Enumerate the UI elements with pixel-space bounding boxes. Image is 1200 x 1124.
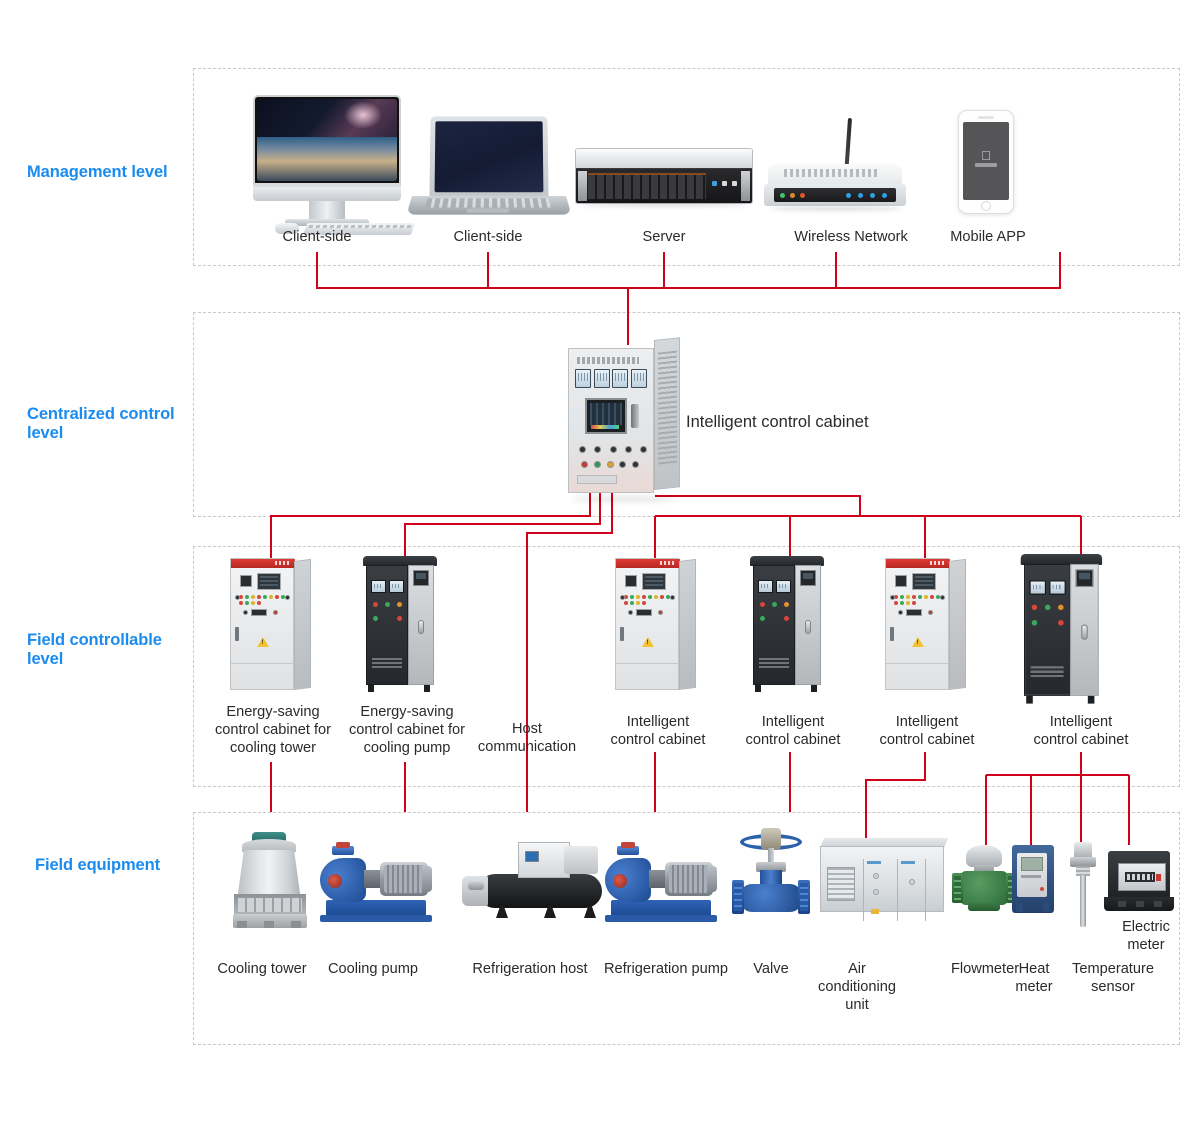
pump-icon	[605, 840, 721, 926]
dark-cabinet-icon	[363, 556, 438, 698]
dark-cabinet-icon	[750, 556, 825, 698]
caption-server: Server	[642, 229, 686, 245]
node-flowmeter[interactable]	[952, 845, 1018, 915]
node-client-laptop[interactable]	[406, 116, 572, 234]
electric-meter-icon	[1104, 845, 1176, 915]
node-central-control-cabinet[interactable]	[568, 337, 688, 505]
server-icon	[575, 128, 755, 218]
node-valve[interactable]	[728, 828, 814, 920]
caption-temperature-sensor: Temperature sensor	[1072, 961, 1154, 996]
caption-cabinet-cooling-tower: Energy-saving control cabinet for coolin…	[214, 704, 331, 757]
system-architecture-diagram: Management level Centralized control lev…	[0, 0, 1200, 1124]
heat-meter-icon	[1012, 845, 1056, 917]
caption-cabinet-intelligent-1: Intelligent control cabinet	[610, 714, 706, 749]
light-cabinet-icon	[230, 558, 315, 698]
caption-refrigeration-host: Refrigeration host	[472, 961, 588, 977]
node-cabinet-intelligent-3[interactable]	[885, 558, 970, 698]
caption-host-communication: Host communication	[477, 721, 577, 756]
caption-cabinet-intelligent-2: Intelligent control cabinet	[745, 714, 841, 749]
node-cabinet-cooling-pump[interactable]	[363, 556, 438, 698]
chiller-icon	[460, 840, 610, 924]
node-cooling-pump[interactable]	[320, 840, 436, 926]
node-client-desktop[interactable]	[245, 95, 416, 240]
node-mobile-app[interactable]: 	[958, 110, 1018, 218]
node-wireless-network[interactable]	[760, 117, 910, 218]
level-label-management: Management level	[27, 163, 168, 181]
level-label-field-controllable: Field controllable level	[27, 631, 162, 668]
light-cabinet-icon	[615, 558, 700, 698]
gate-valve-icon	[728, 828, 814, 920]
caption-cabinet-intelligent-3: Intelligent control cabinet	[879, 714, 975, 749]
light-cabinet-icon	[885, 558, 970, 698]
node-cabinet-cooling-tower[interactable]	[230, 558, 315, 698]
smartphone-icon: 	[958, 110, 1018, 218]
node-cabinet-intelligent-2[interactable]	[750, 556, 825, 698]
temperature-sensor-icon	[1066, 842, 1100, 930]
caption-wireless-network: Wireless Network	[794, 229, 908, 245]
caption-cabinet-cooling-pump: Energy-saving control cabinet for coolin…	[348, 704, 465, 757]
caption-electric-meter: Electric meter	[1122, 919, 1170, 954]
node-cooling-tower[interactable]	[233, 832, 310, 932]
laptop-icon	[406, 116, 572, 234]
caption-cabinet-intelligent-4: Intelligent control cabinet	[1033, 714, 1129, 749]
caption-central-control-cabinet: Intelligent control cabinet	[686, 413, 869, 431]
dark-cabinet-icon	[1020, 554, 1110, 715]
node-cabinet-intelligent-4[interactable]	[1020, 554, 1103, 704]
control-cabinet-icon	[568, 337, 688, 505]
caption-client-laptop: Client-side	[453, 229, 523, 245]
node-refrigeration-pump[interactable]	[605, 840, 721, 926]
level-label-field-equipment: Field equipment	[35, 856, 161, 874]
node-heat-meter[interactable]	[1012, 845, 1056, 917]
node-server[interactable]	[575, 128, 755, 218]
caption-cooling-pump: Cooling pump	[327, 961, 419, 977]
imac-icon	[245, 95, 416, 240]
caption-air-conditioning-unit: Air conditioning unit	[818, 961, 896, 1014]
node-cabinet-intelligent-1[interactable]	[615, 558, 700, 698]
ahu-icon	[820, 836, 949, 921]
caption-valve: Valve	[753, 961, 789, 977]
caption-cooling-tower: Cooling tower	[217, 961, 307, 977]
caption-client-desktop: Client-side	[282, 229, 352, 245]
node-air-conditioning-unit[interactable]	[820, 836, 949, 921]
router-icon	[760, 117, 910, 218]
node-temperature-sensor[interactable]	[1066, 842, 1100, 930]
flowmeter-icon	[952, 845, 1018, 915]
caption-refrigeration-pump: Refrigeration pump	[603, 961, 729, 977]
cooling-tower-icon	[233, 832, 310, 932]
pump-icon	[320, 840, 436, 926]
caption-mobile-app: Mobile APP	[950, 229, 1026, 245]
level-label-centralized-control: Centralized control level	[27, 405, 175, 442]
node-refrigeration-host[interactable]	[460, 840, 610, 924]
node-electric-meter[interactable]	[1104, 845, 1176, 915]
